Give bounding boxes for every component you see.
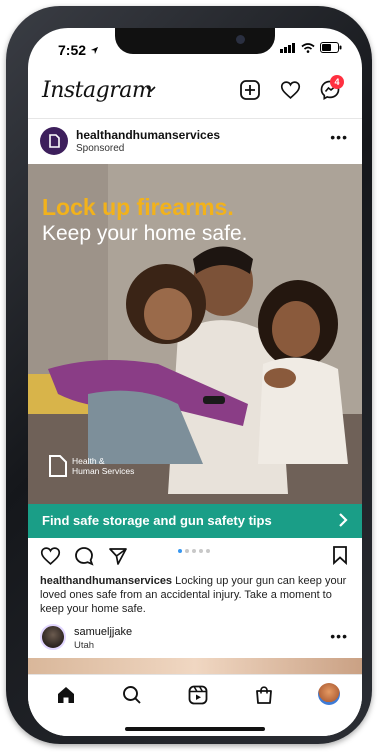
signal-icon [280, 42, 295, 53]
hhs-logo: Health & Human Services [48, 454, 134, 478]
home-icon[interactable] [56, 685, 76, 705]
ad-headline: Lock up firearms. [42, 194, 234, 220]
wifi-icon [301, 42, 315, 53]
notification-badge: 4 [330, 75, 344, 89]
cta-label: Find safe storage and gun safety tips [42, 513, 272, 528]
share-icon[interactable] [108, 546, 128, 566]
next-post-more-icon[interactable]: ••• [330, 628, 348, 644]
bookmark-icon[interactable] [332, 545, 348, 565]
ad-image[interactable]: Lock up firearms. Keep your home safe. H… [28, 164, 362, 504]
status-time: 7:52 [58, 42, 99, 58]
app-header: Instagram 4 [28, 72, 362, 112]
carousel-dots [178, 549, 210, 553]
phone-frame: 7:52 Instagram 4 healthandhumanservices … [6, 6, 372, 744]
chevron-right-icon [339, 513, 348, 527]
hhs-avatar-icon [49, 134, 60, 148]
account-avatar[interactable] [40, 127, 68, 155]
caption-username[interactable]: healthandhumanservices [40, 575, 172, 587]
heart-icon[interactable] [280, 80, 301, 100]
cta-banner[interactable]: Find safe storage and gun safety tips [28, 504, 362, 538]
next-post-location[interactable]: Utah [74, 640, 94, 651]
battery-icon [320, 42, 342, 53]
hhs-logo-line-2: Human Services [72, 466, 135, 476]
hhs-logo-line-1: Health & [72, 456, 105, 466]
next-post-image [28, 658, 362, 674]
phone-screen: 7:52 Instagram 4 healthandhumanservices … [28, 28, 362, 736]
search-icon[interactable] [122, 685, 142, 705]
post-header: healthandhumanservices Sponsored ••• [28, 118, 362, 165]
like-icon[interactable] [40, 546, 61, 566]
status-icons [280, 42, 342, 53]
next-post-username[interactable]: samueljjake [74, 626, 132, 638]
post-actions [28, 542, 362, 572]
more-options-icon[interactable]: ••• [330, 129, 348, 145]
post-caption: healthandhumanservices Locking up your g… [40, 574, 352, 616]
bottom-tab-bar [28, 674, 362, 736]
user-avatar[interactable] [40, 624, 66, 650]
reels-icon[interactable] [188, 685, 208, 705]
post-account-name[interactable]: healthandhumanservices [76, 128, 220, 142]
instagram-logo[interactable]: Instagram [42, 78, 153, 103]
shop-icon[interactable] [254, 685, 274, 705]
home-indicator [125, 727, 265, 731]
comment-icon[interactable] [74, 546, 94, 566]
messenger-button[interactable]: 4 [320, 75, 344, 105]
ad-subheadline: Keep your home safe. [42, 222, 248, 245]
profile-icon[interactable] [318, 683, 340, 705]
location-arrow-icon [90, 46, 99, 55]
chevron-down-icon[interactable] [146, 86, 156, 93]
hhs-logo-icon [49, 455, 67, 477]
sponsored-label: Sponsored [76, 143, 125, 154]
next-post-header: samueljjake Utah ••• [28, 622, 362, 656]
new-post-icon[interactable] [240, 80, 260, 100]
notch [115, 28, 275, 54]
